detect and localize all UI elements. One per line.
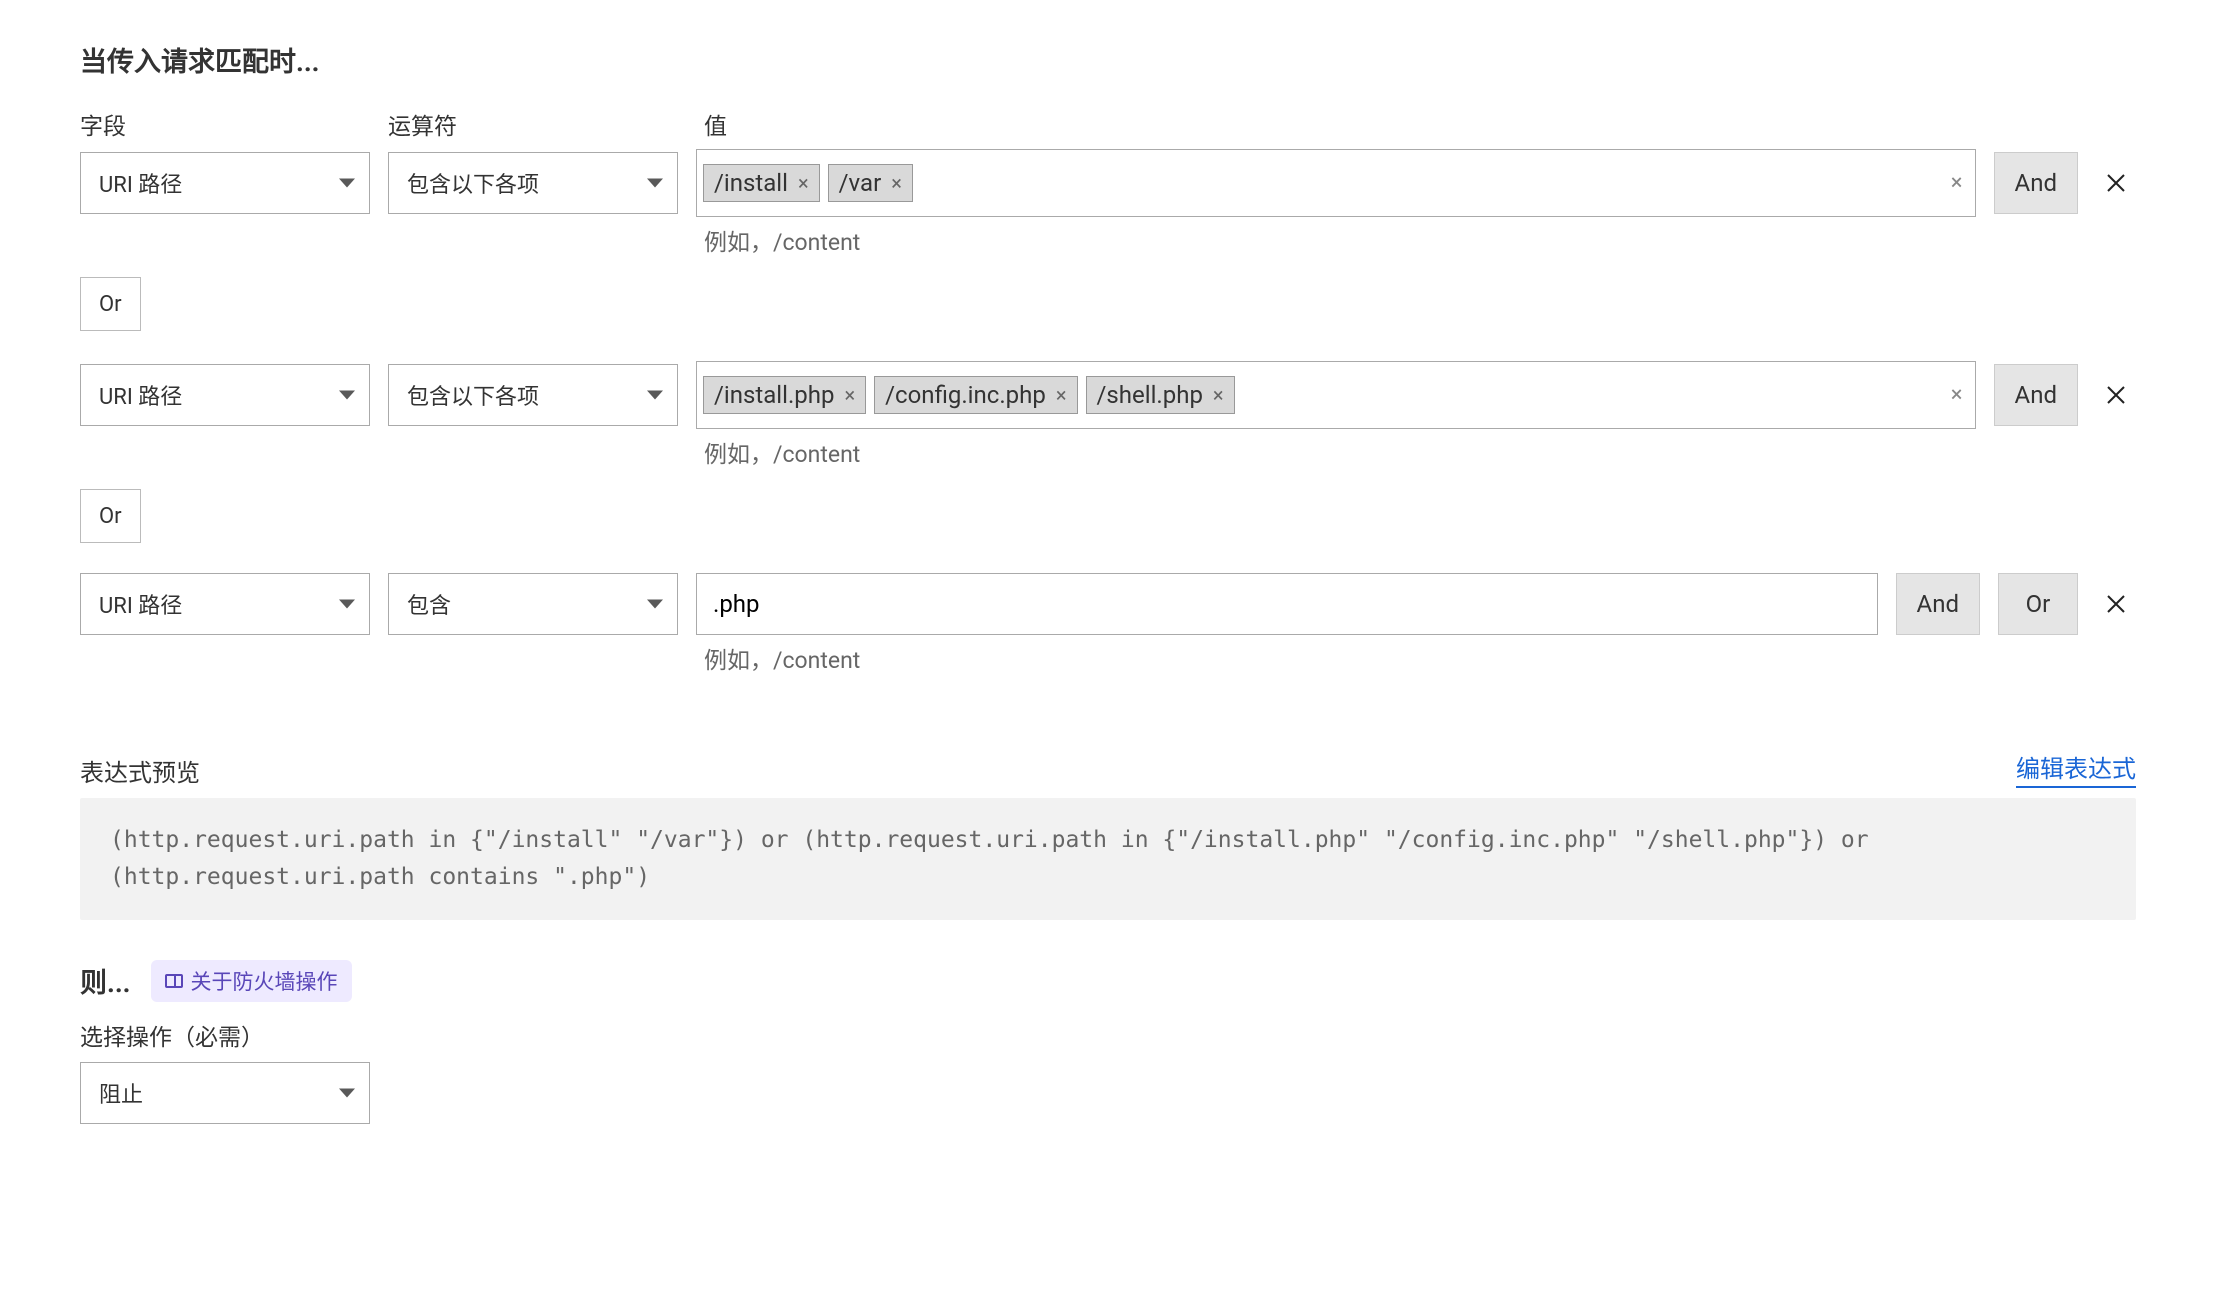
- rule-row: URI 路径 包含以下各项 /install × /var × × And: [80, 149, 2136, 217]
- book-icon: [165, 974, 183, 988]
- operator-select[interactable]: 包含以下各项: [388, 364, 678, 426]
- and-button[interactable]: And: [1994, 364, 2078, 426]
- then-label: 则...: [80, 961, 131, 1000]
- chevron-down-icon: [339, 1088, 355, 1097]
- remove-row-button[interactable]: [2096, 584, 2136, 624]
- action-select-label: 选择操作（必需）: [80, 1018, 2136, 1052]
- field-select-value: URI 路径: [99, 379, 182, 411]
- operator-select-value: 包含: [407, 588, 451, 620]
- remove-tag-icon[interactable]: ×: [1056, 385, 1067, 405]
- operator-select-value: 包含以下各项: [407, 167, 539, 199]
- close-icon: [2104, 383, 2128, 407]
- value-hint: 例如，/content: [704, 435, 2136, 469]
- field-select[interactable]: URI 路径: [80, 573, 370, 635]
- and-button[interactable]: And: [1994, 152, 2078, 214]
- operator-select[interactable]: 包含以下各项: [388, 152, 678, 214]
- chevron-down-icon: [647, 179, 663, 188]
- chevron-down-icon: [339, 600, 355, 609]
- field-select-value: URI 路径: [99, 588, 182, 620]
- label-field: 字段: [80, 107, 370, 141]
- or-button[interactable]: Or: [80, 489, 141, 543]
- expression-preview: (http.request.uri.path in {"/install" "/…: [80, 798, 2136, 920]
- value-hint: 例如，/content: [704, 641, 2136, 675]
- close-icon: [2104, 592, 2128, 616]
- or-button[interactable]: Or: [80, 277, 141, 331]
- clear-all-icon[interactable]: ×: [1951, 171, 1963, 196]
- remove-row-button[interactable]: [2096, 163, 2136, 203]
- section-title: 当传入请求匹配时...: [80, 40, 2136, 79]
- remove-tag-icon[interactable]: ×: [798, 173, 809, 193]
- preview-header: 表达式预览 编辑表达式: [80, 749, 2136, 788]
- action-select-value: 阻止: [99, 1077, 143, 1109]
- remove-tag-icon[interactable]: ×: [844, 385, 855, 405]
- remove-tag-icon[interactable]: ×: [1213, 385, 1224, 405]
- action-select[interactable]: 阻止: [80, 1062, 370, 1124]
- rule-row: URI 路径 包含 And Or: [80, 573, 2136, 635]
- remove-row-button[interactable]: [2096, 375, 2136, 415]
- about-firewall-link[interactable]: 关于防火墙操作: [151, 960, 352, 1002]
- or-button[interactable]: Or: [1998, 573, 2078, 635]
- value-tag: /config.inc.php ×: [874, 376, 1077, 414]
- then-section: 则... 关于防火墙操作: [80, 960, 2136, 1002]
- clear-all-icon[interactable]: ×: [1951, 383, 1963, 408]
- value-tags-input[interactable]: /install.php × /config.inc.php × /shell.…: [696, 361, 1976, 429]
- value-tag: /install.php ×: [703, 376, 866, 414]
- column-labels: 字段 运算符 值: [80, 107, 2136, 141]
- value-tag: /shell.php ×: [1086, 376, 1235, 414]
- field-select[interactable]: URI 路径: [80, 364, 370, 426]
- field-select[interactable]: URI 路径: [80, 152, 370, 214]
- preview-title: 表达式预览: [80, 753, 200, 788]
- value-tag: /install ×: [703, 164, 820, 202]
- chevron-down-icon: [339, 391, 355, 400]
- field-select-value: URI 路径: [99, 167, 182, 199]
- value-tags-input[interactable]: /install × /var × ×: [696, 149, 1976, 217]
- remove-tag-icon[interactable]: ×: [891, 173, 902, 193]
- chevron-down-icon: [647, 391, 663, 400]
- value-hint: 例如，/content: [704, 223, 2136, 257]
- edit-expression-link[interactable]: 编辑表达式: [2016, 749, 2136, 788]
- label-value: 值: [704, 107, 2136, 141]
- operator-select-value: 包含以下各项: [407, 379, 539, 411]
- value-text-input[interactable]: [696, 573, 1878, 635]
- value-tag: /var ×: [828, 164, 913, 202]
- chevron-down-icon: [339, 179, 355, 188]
- rule-row: URI 路径 包含以下各项 /install.php × /config.inc…: [80, 361, 2136, 429]
- chevron-down-icon: [647, 600, 663, 609]
- operator-select[interactable]: 包含: [388, 573, 678, 635]
- label-operator: 运算符: [388, 107, 686, 141]
- close-icon: [2104, 171, 2128, 195]
- and-button[interactable]: And: [1896, 573, 1980, 635]
